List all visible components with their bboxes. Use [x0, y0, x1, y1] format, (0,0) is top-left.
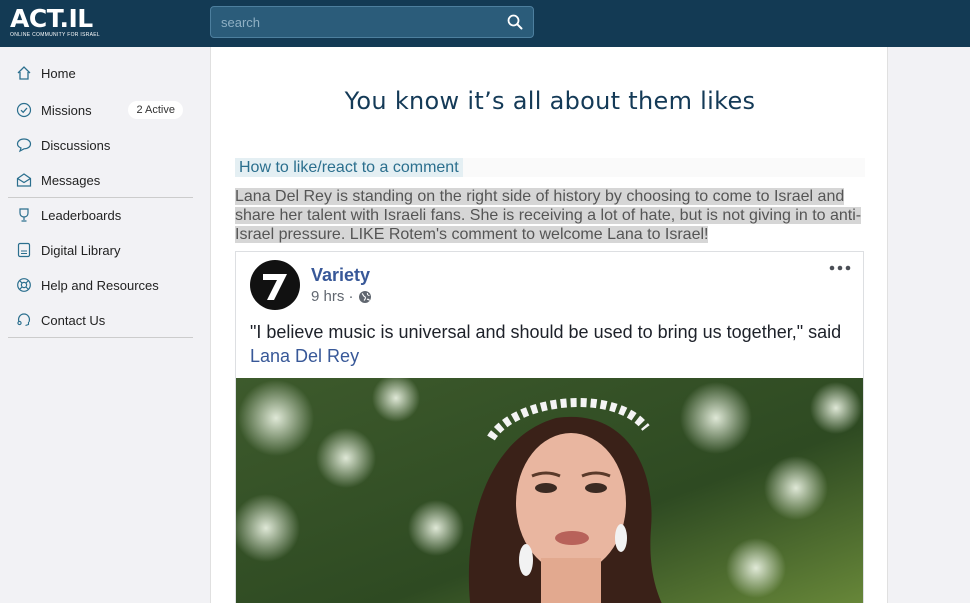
- sidebar-item-help-and-resources[interactable]: Help and Resources: [8, 270, 193, 300]
- search-icon[interactable]: [507, 14, 523, 30]
- embedded-post: Variety 9 hrs · "I believe music is univ…: [235, 251, 864, 603]
- sidebar-item-label: Missions: [41, 102, 92, 118]
- sidebar: Home Missions 2 Active Discussions Messa…: [0, 47, 201, 603]
- post-meta: 9 hrs ·: [311, 288, 372, 305]
- sidebar-item-missions[interactable]: Missions 2 Active: [8, 95, 193, 125]
- search-box: [210, 6, 534, 38]
- home-icon: [17, 66, 31, 80]
- post-quote: "I believe music is universal and should…: [250, 322, 842, 342]
- lifebuoy-icon: [17, 278, 31, 292]
- sidebar-item-label: Leaderboards: [41, 207, 122, 223]
- sidebar-divider: [8, 197, 193, 198]
- envelope-icon: [16, 173, 32, 187]
- sidebar-item-label: Messages: [41, 172, 101, 188]
- search-input[interactable]: [221, 14, 491, 31]
- sidebar-item-contact-us[interactable]: Contact Us: [8, 305, 193, 335]
- mission-description: Lana Del Rey is standing on the right si…: [235, 187, 867, 244]
- main-content: You know it’s all about them likes How t…: [210, 47, 888, 603]
- sidebar-item-label: Contact Us: [41, 312, 106, 328]
- sidebar-item-label: Digital Library: [41, 242, 121, 258]
- sidebar-item-digital-library[interactable]: Digital Library: [8, 235, 193, 265]
- post-text: "I believe music is universal and should…: [250, 320, 850, 368]
- trophy-icon: [19, 208, 29, 222]
- sidebar-item-label: Help and Resources: [41, 277, 159, 293]
- page-title: You know it’s all about them likes: [344, 87, 756, 115]
- sidebar-item-label: Discussions: [41, 137, 111, 153]
- globe-icon: [358, 290, 371, 303]
- missions-active-badge: 2 Active: [128, 101, 183, 119]
- guide-row: How to like/react to a comment: [235, 158, 865, 177]
- post-author[interactable]: Variety: [311, 265, 370, 286]
- sidebar-item-leaderboards[interactable]: Leaderboards: [8, 200, 193, 230]
- sidebar-item-discussions[interactable]: Discussions: [8, 130, 193, 160]
- logo-tagline: ONLINE COMMUNITY FOR ISRAEL: [10, 32, 100, 38]
- library-icon: [17, 242, 31, 258]
- how-to-like-link[interactable]: How to like/react to a comment: [235, 158, 463, 177]
- post-time: 9 hrs ·: [311, 288, 354, 305]
- top-bar: ACT.IL ONLINE COMMUNITY FOR ISRAEL: [0, 0, 970, 47]
- chat-bubble-icon: [16, 138, 32, 153]
- sidebar-item-messages[interactable]: Messages: [8, 165, 193, 195]
- sidebar-item-label: Home: [41, 65, 76, 81]
- check-circle-icon: [16, 102, 32, 118]
- variety-avatar[interactable]: [250, 260, 300, 310]
- contact-icon: [17, 313, 31, 327]
- post-mention-link[interactable]: Lana Del Rey: [250, 346, 359, 366]
- sidebar-item-home[interactable]: Home: [8, 58, 193, 88]
- logo[interactable]: ACT.IL ONLINE COMMUNITY FOR ISRAEL: [10, 6, 120, 40]
- logo-text: ACT.IL: [10, 4, 93, 33]
- more-options-icon[interactable]: [829, 264, 851, 272]
- sidebar-divider: [8, 337, 193, 338]
- mission-description-text: Lana Del Rey is standing on the right si…: [235, 188, 862, 243]
- post-photo[interactable]: [236, 378, 864, 603]
